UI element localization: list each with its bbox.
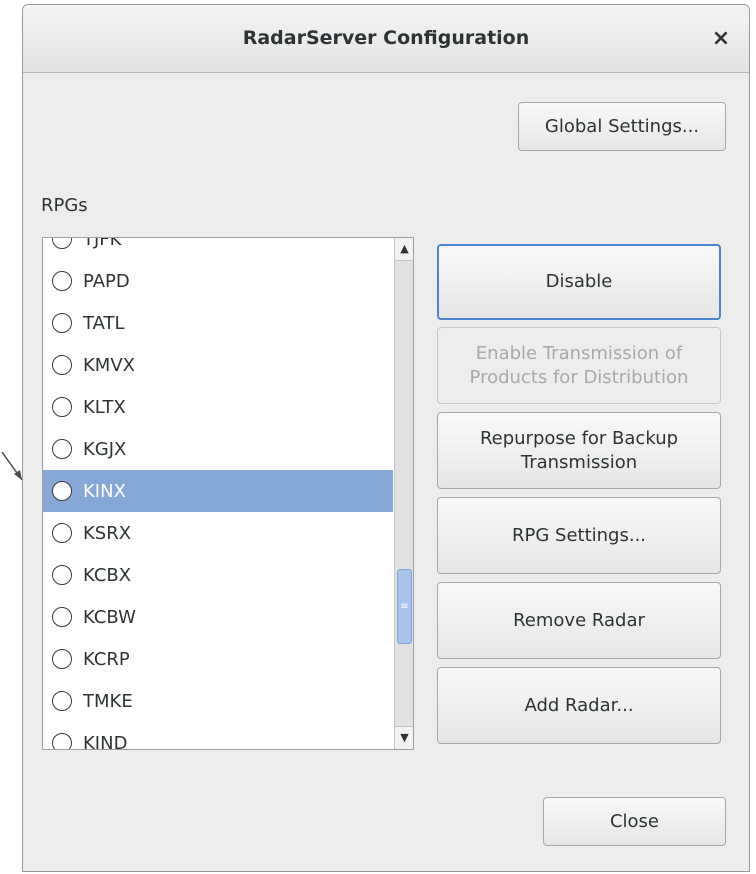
- rpg-item-label: TJFK: [83, 237, 122, 250]
- rpg-item-label: KINX: [83, 480, 126, 502]
- rpg-item-label: KIND: [83, 732, 128, 750]
- rpg-item-label: KCRP: [83, 648, 130, 670]
- title-bar: RadarServer Configuration ×: [23, 5, 749, 73]
- global-settings-button[interactable]: Global Settings...: [518, 102, 726, 151]
- rpg-list-scrollbar[interactable]: ▲ ≡ ▼: [394, 238, 413, 749]
- rpg-item-label: TATL: [83, 312, 125, 334]
- radio-button-icon[interactable]: [52, 439, 72, 459]
- rpg-list-item[interactable]: KGJX: [43, 428, 393, 470]
- rpg-item-label: KGJX: [83, 438, 127, 460]
- rpg-list-item[interactable]: TMKE: [43, 680, 393, 722]
- rpg-list-item[interactable]: KIND: [43, 722, 393, 750]
- radio-button-icon[interactable]: [52, 313, 72, 333]
- enable-transmission-button[interactable]: Enable Transmission of Products for Dist…: [437, 327, 721, 404]
- rpg-item-label: KLTX: [83, 396, 126, 418]
- rpg-item-label: PAPD: [83, 270, 130, 292]
- remove-radar-button[interactable]: Remove Radar: [437, 582, 721, 659]
- scroll-down-arrow-icon[interactable]: ▼: [395, 726, 413, 749]
- close-icon[interactable]: ×: [707, 25, 735, 53]
- radio-button-icon[interactable]: [52, 397, 72, 417]
- rpg-item-label: KCBX: [83, 564, 132, 586]
- close-button[interactable]: Close: [543, 797, 726, 846]
- radio-button-icon[interactable]: [52, 238, 72, 249]
- radio-button-icon[interactable]: [52, 355, 72, 375]
- radio-button-icon[interactable]: [52, 523, 72, 543]
- rpg-list-item[interactable]: KCBW: [43, 596, 393, 638]
- rpg-list-item[interactable]: PAPD: [43, 260, 393, 302]
- rpg-list-item[interactable]: KLTX: [43, 386, 393, 428]
- radio-button-icon[interactable]: [52, 691, 72, 711]
- radio-button-icon[interactable]: [52, 565, 72, 585]
- radio-button-icon[interactable]: [52, 271, 72, 291]
- rpg-settings-button[interactable]: RPG Settings...: [437, 497, 721, 574]
- scroll-up-arrow-icon[interactable]: ▲: [395, 238, 413, 261]
- rpg-list-item[interactable]: KMVX: [43, 344, 393, 386]
- rpg-item-label: TMKE: [83, 690, 133, 712]
- rpg-item-label: KSRX: [83, 522, 132, 544]
- radio-button-icon[interactable]: [52, 733, 72, 749]
- radio-button-icon[interactable]: [52, 481, 72, 501]
- rpg-list-item[interactable]: KSRX: [43, 512, 393, 554]
- repurpose-backup-transmission-button[interactable]: Repurpose for Backup Transmission: [437, 412, 721, 489]
- dialog-title: RadarServer Configuration: [242, 27, 530, 49]
- radio-button-icon[interactable]: [52, 649, 72, 669]
- add-radar-button[interactable]: Add Radar...: [437, 667, 721, 744]
- radarserver-configuration-dialog: RadarServer Configuration × Global Setti…: [22, 4, 750, 872]
- rpgs-label: RPGs: [41, 195, 88, 216]
- rpg-list-rows: TJFK PAPD TATL KMVX KLTX KGJX KINX KSRX KCBX KCBW…: [43, 237, 393, 750]
- rpg-item-label: KMVX: [83, 354, 135, 376]
- rpg-list-item[interactable]: TJFK: [43, 237, 393, 260]
- rpg-list-item[interactable]: KCRP: [43, 638, 393, 680]
- rpg-list[interactable]: TJFK PAPD TATL KMVX KLTX KGJX KINX KSRX KCBX KCBW…: [42, 237, 414, 750]
- disable-button[interactable]: Disable: [437, 244, 721, 320]
- rpg-list-item[interactable]: TATL: [43, 302, 393, 344]
- rpg-list-item[interactable]: KCBX: [43, 554, 393, 596]
- radio-button-icon[interactable]: [52, 607, 72, 627]
- rpg-item-label: KCBW: [83, 606, 136, 628]
- mouse-pointer-icon: [1, 451, 23, 481]
- rpg-list-item[interactable]: KINX: [43, 470, 393, 512]
- scrollbar-thumb[interactable]: ≡: [397, 569, 412, 644]
